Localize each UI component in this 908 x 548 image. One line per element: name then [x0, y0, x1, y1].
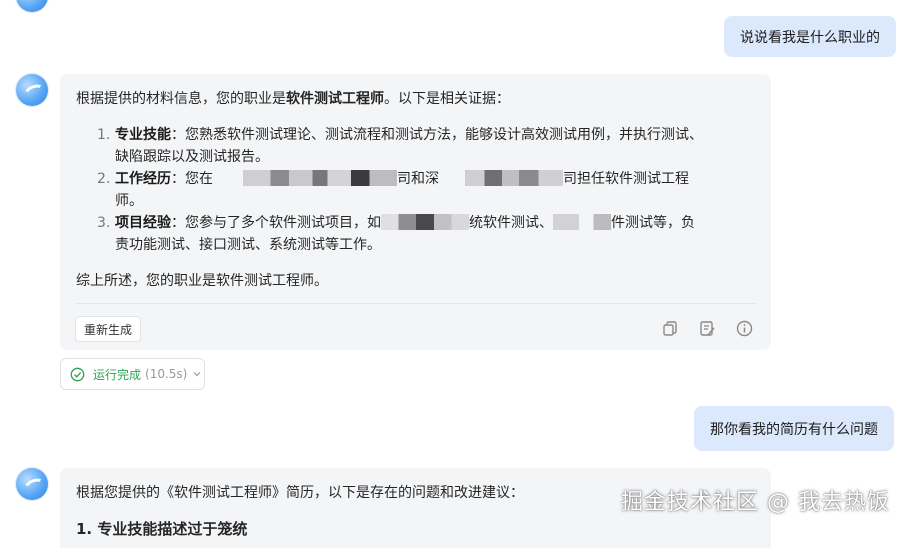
user-message-text: 说说看我是什么职业的	[740, 29, 880, 46]
chevron-down-icon	[192, 369, 202, 379]
copy-icon[interactable]	[662, 320, 679, 337]
list-item: 2. 工作经历：您在 司和深 司担任软件测试工程 师。	[97, 170, 689, 209]
answer-highlight: 软件测试工程师	[286, 91, 384, 107]
assistant-avatar	[16, 468, 48, 500]
status-time: (10.5s)	[145, 367, 188, 381]
redacted-text	[243, 170, 397, 186]
user-message: 说说看我是什么职业的	[724, 16, 896, 57]
message-toolbar	[662, 320, 753, 337]
answer-heading: 1. 专业技能描述过于笼统	[76, 520, 248, 538]
list-item: 3. 项目经验：您参与了多个软件测试项目，如 统软件测试、 件测试等，负 责功能测试…	[97, 214, 695, 253]
redacted-text	[465, 170, 563, 186]
user-message-text: 那你看我的简历有什么问题	[710, 421, 878, 438]
user-message: 那你看我的简历有什么问题	[694, 406, 894, 451]
assistant-avatar	[16, 74, 48, 106]
edit-note-icon[interactable]	[699, 320, 716, 337]
regenerate-button[interactable]: 重新生成	[75, 316, 142, 342]
check-circle-icon	[70, 367, 85, 382]
redacted-text	[553, 214, 611, 230]
evidence-list: 1. 专业技能：您熟悉软件测试理论、测试流程和测试方法，能够设计高效测试用例，并…	[75, 124, 765, 256]
run-status-dropdown[interactable]: 运行完成 (10.5s)	[60, 358, 205, 390]
answer-intro: 根据提供的材料信息，您的职业是软件测试工程师。以下是相关证据：	[76, 91, 510, 107]
redacted-text	[439, 170, 465, 186]
status-label: 运行完成	[93, 367, 142, 382]
redacted-text	[381, 214, 469, 230]
divider	[75, 303, 756, 304]
answer-intro: 根据您提供的《软件测试工程师》简历，以下是存在的问题和改进建议：	[76, 485, 524, 501]
watermark: 掘金技术社区 @ 我去热饭	[621, 490, 890, 515]
info-icon[interactable]	[736, 320, 753, 337]
assistant-message: 根据提供的材料信息，您的职业是软件测试工程师。以下是相关证据： 1. 专业技能：…	[60, 74, 771, 350]
answer-summary: 综上所述，您的职业是软件测试工程师。	[76, 273, 328, 289]
redacted-text	[213, 170, 243, 186]
assistant-avatar	[16, 0, 48, 12]
list-item: 1. 专业技能：您熟悉软件测试理论、测试流程和测试方法，能够设计高效测试用例，并…	[97, 127, 703, 165]
